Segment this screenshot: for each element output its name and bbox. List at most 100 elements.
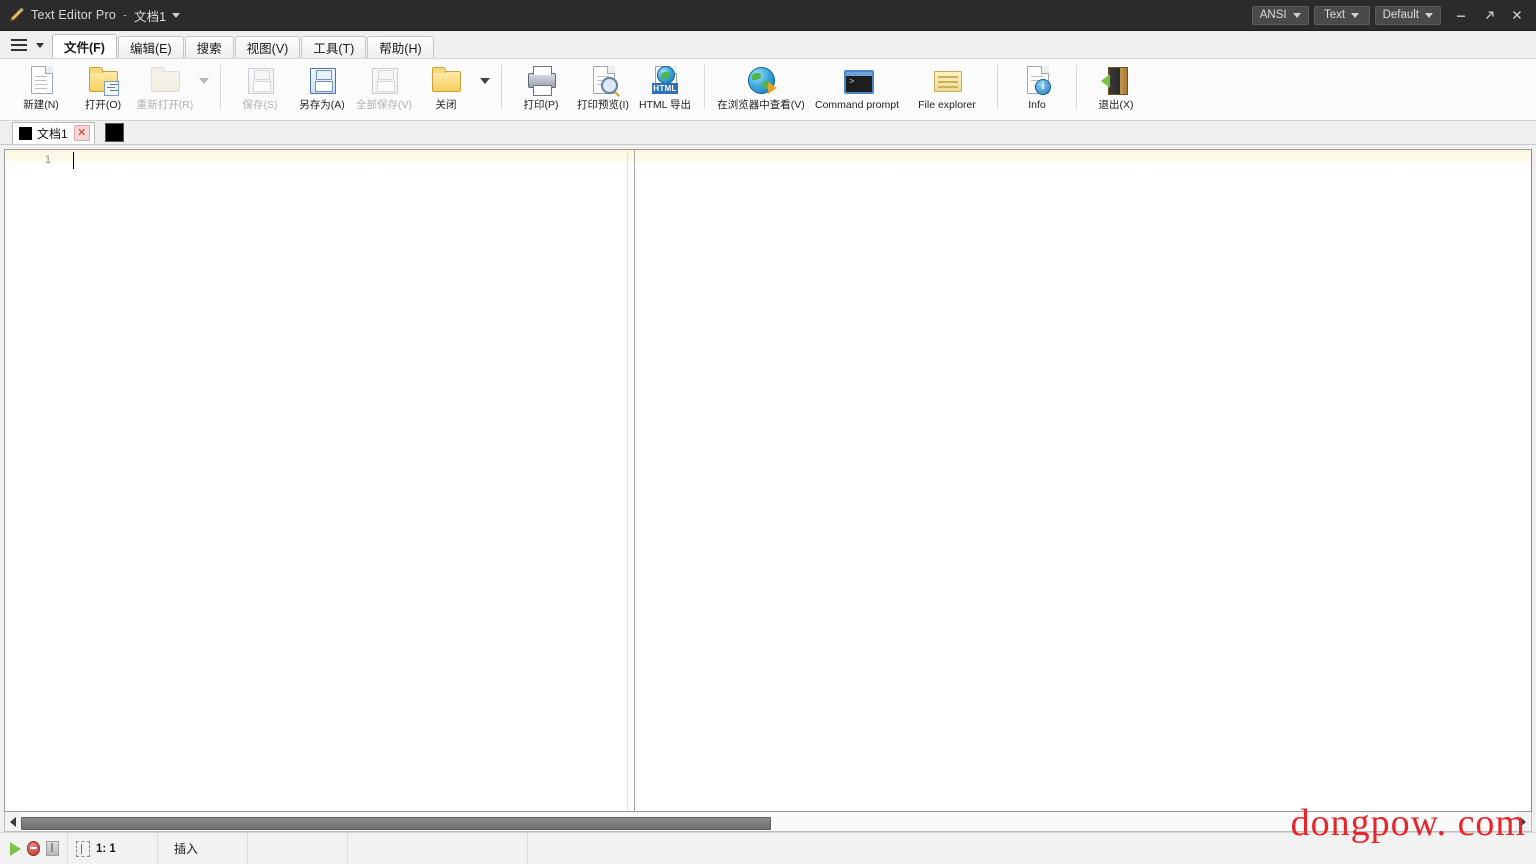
view-in-browser-button-label: 在浏览器中查看(V) xyxy=(717,99,805,111)
menu-tab-edit[interactable]: 编辑(E) xyxy=(117,36,184,58)
html-export-button[interactable]: HTML HTML 导出 xyxy=(634,59,696,117)
save-as-button-label: 另存为(A) xyxy=(299,99,345,111)
toolbar-separator xyxy=(997,65,998,109)
play-icon[interactable] xyxy=(10,841,21,856)
scrollbar-thumb[interactable] xyxy=(21,816,771,830)
status-caret-position[interactable]: 1: 1 xyxy=(68,832,158,864)
open-button[interactable]: 打开(O) xyxy=(72,59,134,117)
reopen-button[interactable]: 重新打开(R) xyxy=(134,59,196,117)
margin-guide xyxy=(634,150,635,811)
file-toolbar: 新建(N) 打开(O) 重新打开(R) 保存(S) 另存为(A) 全部保存(V)… xyxy=(0,59,1536,121)
menu-tab-file[interactable]: 文件(F) xyxy=(52,34,117,58)
reopen-button-label: 重新打开(R) xyxy=(136,99,194,111)
document-tab-bar: 文档1 ✕ xyxy=(0,121,1536,145)
file-explorer-icon xyxy=(931,64,963,96)
encoding-dropdown-label: ANSI xyxy=(1259,9,1287,21)
menu-tab-search[interactable]: 搜索 xyxy=(184,36,234,58)
view-in-browser-button[interactable]: 在浏览器中查看(V) xyxy=(713,59,809,117)
chevron-down-icon xyxy=(1425,12,1433,18)
menu-tab-view[interactable]: 视图(V) xyxy=(234,36,301,58)
application-window: Text Editor Pro - 文档1 ANSI Text Default xyxy=(0,0,1536,864)
toolbar-group-file: 新建(N) 打开(O) 重新打开(R) xyxy=(10,59,212,121)
save-button[interactable]: 保存(S) xyxy=(229,59,291,117)
save-all-button-label: 全部保存(V) xyxy=(356,99,412,111)
close-file-button[interactable]: 关闭 xyxy=(415,59,477,117)
menu-tab-help[interactable]: 帮助(H) xyxy=(367,36,434,58)
document-tab-close-icon[interactable]: ✕ xyxy=(73,125,90,141)
menu-tab-tools-label: 工具(T) xyxy=(313,42,355,56)
exit-button-label: 退出(X) xyxy=(1098,99,1134,111)
command-prompt-button-label: Command prompt xyxy=(814,99,900,111)
globe-icon xyxy=(745,64,777,96)
syntax-dropdown[interactable]: Text xyxy=(1313,5,1370,25)
scheme-dropdown-label: Default xyxy=(1382,9,1419,21)
horizontal-scrollbar[interactable] xyxy=(4,812,1532,832)
pause-icon[interactable] xyxy=(46,841,59,856)
print-button[interactable]: 打印(P) xyxy=(510,59,572,117)
scroll-left-button[interactable] xyxy=(5,813,21,831)
syntax-dropdown-label: Text xyxy=(1324,9,1346,21)
title-dropdown-caret-icon[interactable] xyxy=(172,12,181,18)
save-as-button[interactable]: 另存为(A) xyxy=(291,59,353,117)
scrollbar-track[interactable] xyxy=(21,812,1515,831)
minimize-button[interactable] xyxy=(1448,2,1474,28)
toolbar-separator xyxy=(501,65,502,109)
toolbar-separator xyxy=(704,65,705,109)
scheme-dropdown[interactable]: Default xyxy=(1374,5,1441,25)
new-button-label: 新建(N) xyxy=(23,99,59,111)
close-file-button-label: 关闭 xyxy=(435,99,457,111)
new-button[interactable]: 新建(N) xyxy=(10,59,72,117)
toolbar-group-save: 保存(S) 另存为(A) 全部保存(V) 关闭 xyxy=(229,59,493,121)
open-button-label: 打开(O) xyxy=(84,99,122,111)
title-document-name: 文档1 xyxy=(134,9,167,24)
menu-chevron-down-icon[interactable] xyxy=(32,34,48,56)
titlebar-right-controls: ANSI Text Default xyxy=(1251,0,1536,30)
new-tab-button[interactable] xyxy=(104,123,124,142)
menu-icon[interactable] xyxy=(6,34,32,56)
status-macro-controls xyxy=(0,832,68,864)
menu-tab-search-label: 搜索 xyxy=(196,42,222,56)
margin-guide-secondary xyxy=(627,150,628,811)
menu-bar: 文件(F) 编辑(E) 搜索 视图(V) 工具(T) 帮助(H) xyxy=(0,31,1536,59)
toolbar-group-info: Info xyxy=(1006,59,1068,121)
print-button-label: 打印(P) xyxy=(523,99,559,111)
save-all-icon xyxy=(368,64,400,96)
scroll-right-button[interactable] xyxy=(1515,813,1531,831)
close-button[interactable] xyxy=(1504,2,1530,28)
print-preview-button-label: 打印预览(I) xyxy=(577,99,629,111)
close-dropdown-chevron-icon[interactable] xyxy=(477,59,493,117)
status-cell-5[interactable] xyxy=(348,832,528,864)
info-button-label: Info xyxy=(1028,99,1046,111)
text-caret xyxy=(73,152,74,169)
new-document-icon xyxy=(25,64,57,96)
file-explorer-button[interactable]: File explorer xyxy=(905,59,989,117)
encoding-dropdown[interactable]: ANSI xyxy=(1251,5,1309,25)
menu-tab-tools[interactable]: 工具(T) xyxy=(301,36,367,58)
document-tab[interactable]: 文档1 ✕ xyxy=(12,122,95,144)
command-prompt-button[interactable]: Command prompt xyxy=(809,59,905,117)
maximize-button[interactable] xyxy=(1476,2,1502,28)
status-insert-mode[interactable]: 插入 xyxy=(158,832,248,864)
chevron-down-icon xyxy=(1351,12,1360,18)
status-cell-6[interactable] xyxy=(528,833,1536,864)
toolbar-group-tools: 在浏览器中查看(V) Command prompt File explorer xyxy=(713,59,989,121)
exit-door-icon xyxy=(1100,64,1132,96)
line-number-gutter: 1 xyxy=(5,150,55,811)
current-line-highlight xyxy=(5,150,1531,166)
exit-button[interactable]: 退出(X) xyxy=(1085,59,1147,117)
menu-tab-edit-label: 编辑(E) xyxy=(129,42,172,56)
save-icon xyxy=(244,64,276,96)
info-button[interactable]: Info xyxy=(1006,59,1068,117)
toolbar-group-exit: 退出(X) xyxy=(1085,59,1147,121)
insert-mode-label: 插入 xyxy=(174,842,199,856)
status-cell-4[interactable] xyxy=(248,832,348,864)
save-all-button[interactable]: 全部保存(V) xyxy=(353,59,415,117)
toolbar-group-print: 打印(P) 打印预览(I) HTML HTML 导出 xyxy=(510,59,696,121)
reopen-dropdown-chevron-icon[interactable] xyxy=(196,59,212,117)
toolbar-separator xyxy=(220,65,221,109)
print-preview-button[interactable]: 打印预览(I) xyxy=(572,59,634,117)
stop-icon[interactable] xyxy=(27,841,41,856)
pencil-icon xyxy=(8,6,26,24)
text-editor[interactable]: 1 xyxy=(4,149,1532,812)
reopen-icon xyxy=(149,64,181,96)
